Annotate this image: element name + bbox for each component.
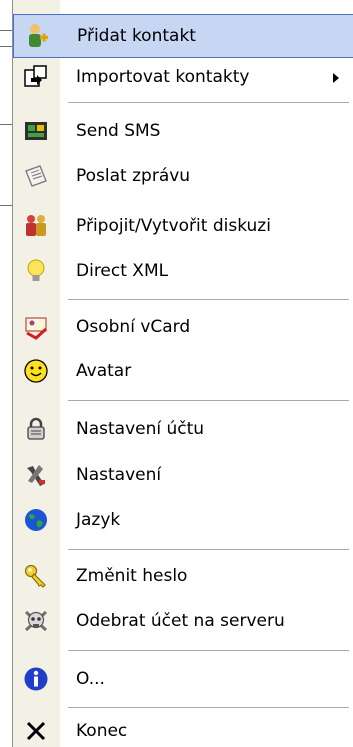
context-menu: Přidat kontakt Importovat kontakty Send … [12, 0, 353, 747]
menu-item-label: Importovat kontakty [76, 67, 250, 87]
menu-separator [68, 400, 349, 401]
menu-item-personal-vcard[interactable]: Osobní vCard [13, 306, 353, 350]
menu-item-change-password[interactable]: Změnit heslo [13, 555, 353, 599]
menu-item-about[interactable]: O... [13, 658, 353, 702]
menu-item-label: Send SMS [76, 121, 161, 141]
menu-item-label: Odebrat účet na serveru [76, 611, 285, 631]
menu-item-avatar[interactable]: Avatar [13, 350, 353, 394]
menu-item-label: Direct XML [76, 261, 169, 281]
menu-separator [68, 549, 349, 550]
menu-item-label: Osobní vCard [76, 317, 191, 337]
tools-icon [23, 462, 49, 488]
window-edge-mark [0, 124, 12, 125]
menu-item-label: Konec [76, 721, 128, 741]
menu-item-quit[interactable]: Konec [13, 710, 353, 747]
import-contacts-icon [23, 64, 49, 90]
window-edge-mark [0, 30, 12, 31]
menu-item-label: Poslat zprávu [76, 166, 191, 186]
menu-item-join-create-chat[interactable]: Připojit/Vytvořit diskuzi [13, 205, 353, 249]
lightbulb-icon [23, 258, 49, 284]
menu-separator [68, 299, 349, 300]
smiley-icon [23, 358, 49, 384]
key-icon [23, 563, 49, 589]
menu-item-settings[interactable]: Nastavení [13, 454, 353, 498]
globe-icon [23, 507, 49, 533]
vcard-icon [23, 314, 49, 340]
menu-item-label: Jazyk [76, 510, 121, 530]
menu-item-import-contacts[interactable]: Importovat kontakty [13, 56, 353, 100]
menu-item-add-contact[interactable]: Přidat kontakt [13, 14, 353, 58]
menu-item-label: Avatar [76, 361, 132, 381]
menu-item-remove-account-on-server[interactable]: Odebrat účet na serveru [13, 600, 353, 644]
menu-item-send-message[interactable]: Poslat zprávu [13, 155, 353, 199]
window-edge-mark [0, 205, 12, 206]
menu-separator [68, 707, 349, 708]
menu-separator [68, 650, 349, 651]
lock-icon [23, 416, 49, 442]
menu-item-direct-xml[interactable]: Direct XML [13, 250, 353, 294]
submenu-arrow-icon [333, 73, 339, 83]
menu-item-label: Připojit/Vytvořit diskuzi [76, 216, 271, 236]
sms-icon [23, 118, 49, 144]
info-icon [23, 666, 49, 692]
window-edge-mark [0, 46, 12, 47]
menu-item-label: Nastavení účtu [76, 419, 205, 439]
menu-item-label: Změnit heslo [76, 566, 188, 586]
menu-item-label: Přidat kontakt [77, 26, 196, 46]
menu-item-send-sms[interactable]: Send SMS [13, 110, 353, 154]
skull-icon [23, 608, 49, 634]
menu-item-account-settings[interactable]: Nastavení účtu [13, 408, 353, 452]
menu-item-language[interactable]: Jazyk [13, 499, 353, 543]
message-icon [23, 163, 49, 189]
menu-separator [68, 102, 349, 103]
close-icon [23, 718, 49, 744]
chat-room-icon [23, 213, 49, 239]
add-contact-icon [24, 23, 50, 49]
menu-item-label: Nastavení [76, 465, 162, 485]
background-window-edge [0, 0, 12, 747]
menu-item-label: O... [76, 669, 105, 689]
